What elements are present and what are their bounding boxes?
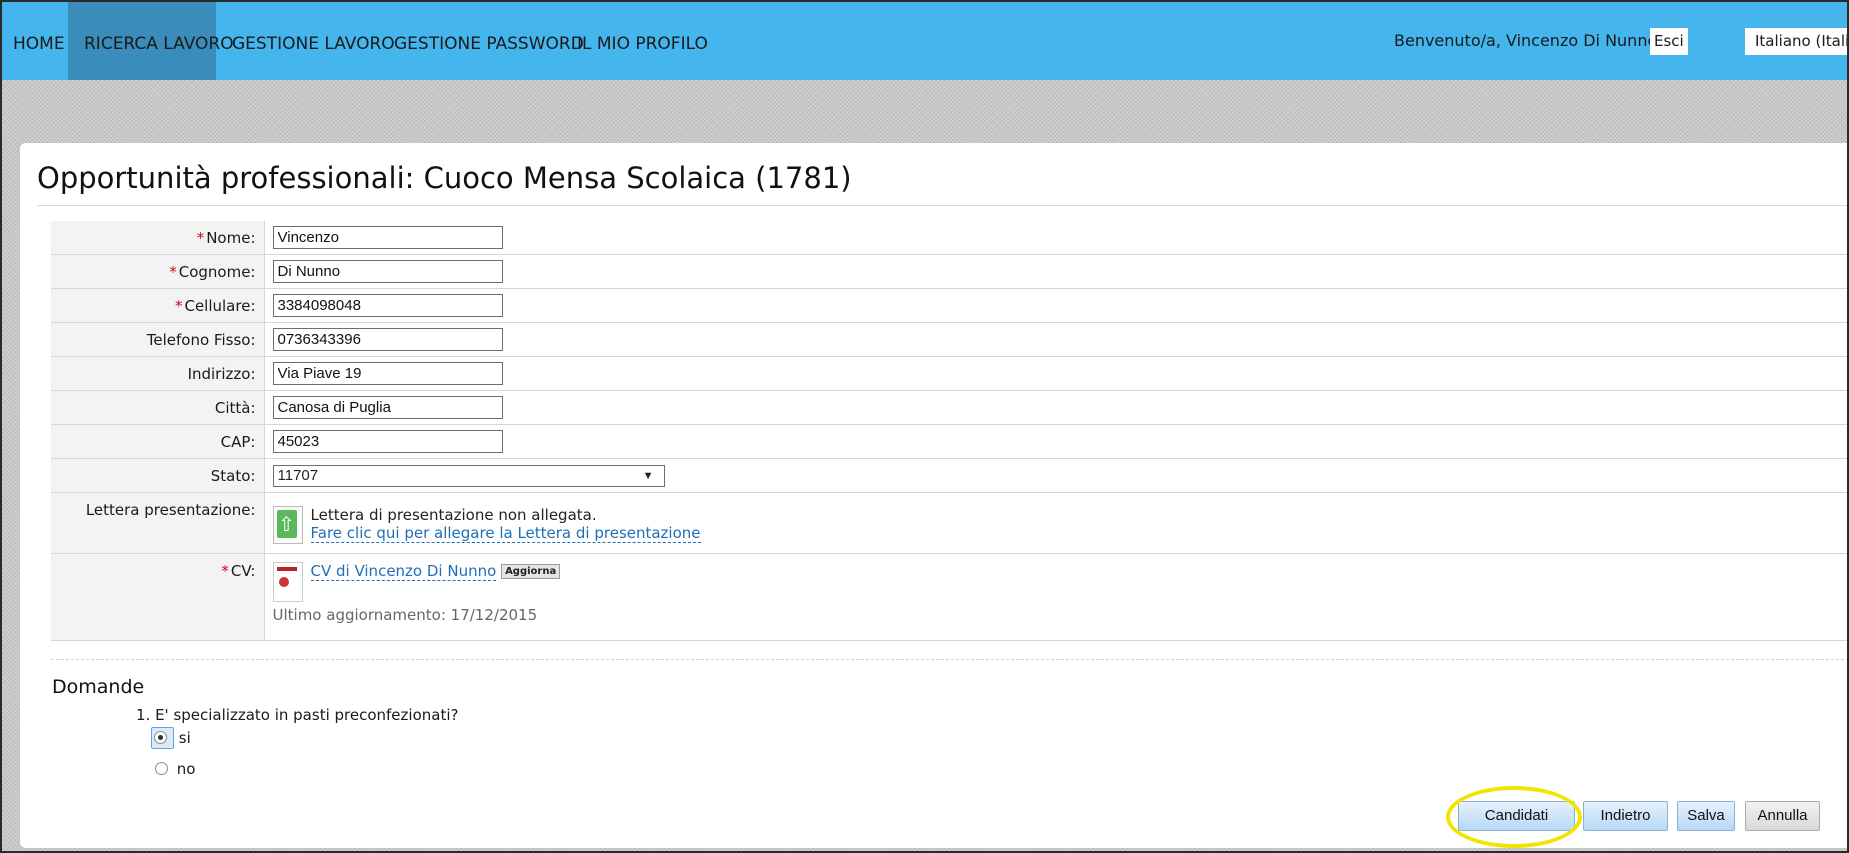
attach-letter-link[interactable]: Fare clic qui per allegare la Lettera di… (310, 524, 701, 543)
nav-gestione-lavoro[interactable]: GESTIONE LAVORO (219, 0, 408, 80)
required-marker: * (174, 296, 183, 315)
label-indirizzo: Indirizzo: (51, 356, 265, 391)
label-cv-text: CV: (230, 562, 256, 580)
stato-selected-value: 11707 (277, 466, 319, 484)
nav-ricerca-lavoro[interactable]: RICERCA LAVORO (68, 0, 234, 80)
label-cellulare-text: Cellulare: (184, 296, 256, 315)
option-no[interactable]: no (155, 760, 195, 778)
nome-input[interactable] (272, 226, 503, 249)
required-marker: * (169, 262, 177, 281)
label-cellulare: * Cellulare: (51, 288, 265, 323)
domande-heading: Domande (52, 676, 145, 698)
row-cognome: * Cognome: (51, 254, 1849, 289)
citta-input[interactable] (272, 396, 503, 419)
label-nome: * Nome: (51, 221, 265, 255)
section-divider (51, 659, 1849, 660)
radio-selected-icon[interactable] (154, 731, 167, 744)
application-form: *Nome: *Cognome: *Cellulare: Telefono Fi… (51, 221, 1849, 641)
label-cv: * CV: (51, 553, 265, 641)
question-text: 1. E' specializzato in pasti preconfezio… (136, 706, 459, 724)
cellulare-input[interactable] (272, 294, 503, 317)
aggiorna-button[interactable]: Aggiorna (501, 564, 561, 579)
page-title: Opportunità professionali: Cuoco Mensa S… (37, 161, 852, 195)
nav-home[interactable]: HOME (0, 0, 78, 80)
row-citta: Città: (51, 390, 1849, 425)
label-lettera: Lettera presentazione: (51, 492, 265, 554)
label-stato: Stato: (51, 458, 265, 493)
cap-input[interactable] (272, 430, 503, 453)
cv-last-update: Ultimo aggiornamento: 17/12/2015 (272, 606, 538, 624)
label-cap: CAP: (51, 424, 265, 459)
radio-unselected-icon[interactable] (155, 762, 168, 775)
document-icon (272, 562, 303, 602)
option-si-label: si (178, 729, 191, 747)
label-cognome: * Cognome: (51, 254, 265, 289)
candidati-button[interactable]: Candidati (1458, 801, 1575, 831)
stato-select[interactable]: 11707 ▼ (272, 464, 665, 487)
required-marker: * (196, 228, 205, 247)
row-stato: Stato: 11707 ▼ (51, 458, 1849, 493)
option-no-label: no (176, 760, 196, 778)
telefono-input[interactable] (272, 328, 503, 351)
row-cellulare: * Cellulare: (51, 288, 1849, 323)
upload-arrow-icon[interactable] (272, 506, 303, 544)
row-cv: * CV: CV di Vincenzo Di Nunno Aggiorna Ul… (51, 553, 1849, 641)
row-indirizzo: Indirizzo: (51, 356, 1849, 391)
language-select[interactable]: Italiano (Italian (1745, 28, 1849, 55)
lettera-status: Lettera di presentazione non allegata. (310, 506, 597, 524)
cv-link[interactable]: CV di Vincenzo Di Nunno (310, 562, 497, 581)
indietro-button[interactable]: Indietro (1583, 801, 1668, 831)
label-telefono: Telefono Fisso: (51, 322, 265, 357)
cognome-input[interactable] (272, 260, 503, 283)
label-cognome-text: Cognome: (178, 262, 256, 281)
top-navbar: HOME RICERCA LAVORO GESTIONE LAVORO GEST… (0, 0, 1849, 80)
row-nome: * Nome: (51, 221, 1849, 255)
row-lettera: Lettera presentazione: Lettera di presen… (51, 492, 1849, 554)
row-cap: CAP: (51, 424, 1849, 459)
required-marker: * (221, 562, 229, 580)
salva-button[interactable]: Salva (1677, 801, 1735, 831)
indirizzo-input[interactable] (272, 362, 503, 385)
annulla-button[interactable]: Annulla (1745, 801, 1820, 831)
label-citta: Città: (51, 390, 265, 425)
label-nome-text: Nome: (206, 228, 256, 247)
option-si[interactable]: si (151, 727, 191, 749)
row-telefono: Telefono Fisso: (51, 322, 1849, 357)
radio-focus-frame (151, 727, 174, 749)
logout-link[interactable]: Esci (1650, 28, 1688, 55)
dropdown-arrow-icon: ▼ (642, 469, 654, 482)
nav-il-mio-profilo[interactable]: IL MIO PROFILO (564, 0, 721, 80)
welcome-text: Benvenuto/a, Vincenzo Di Nunno (1394, 31, 1658, 50)
